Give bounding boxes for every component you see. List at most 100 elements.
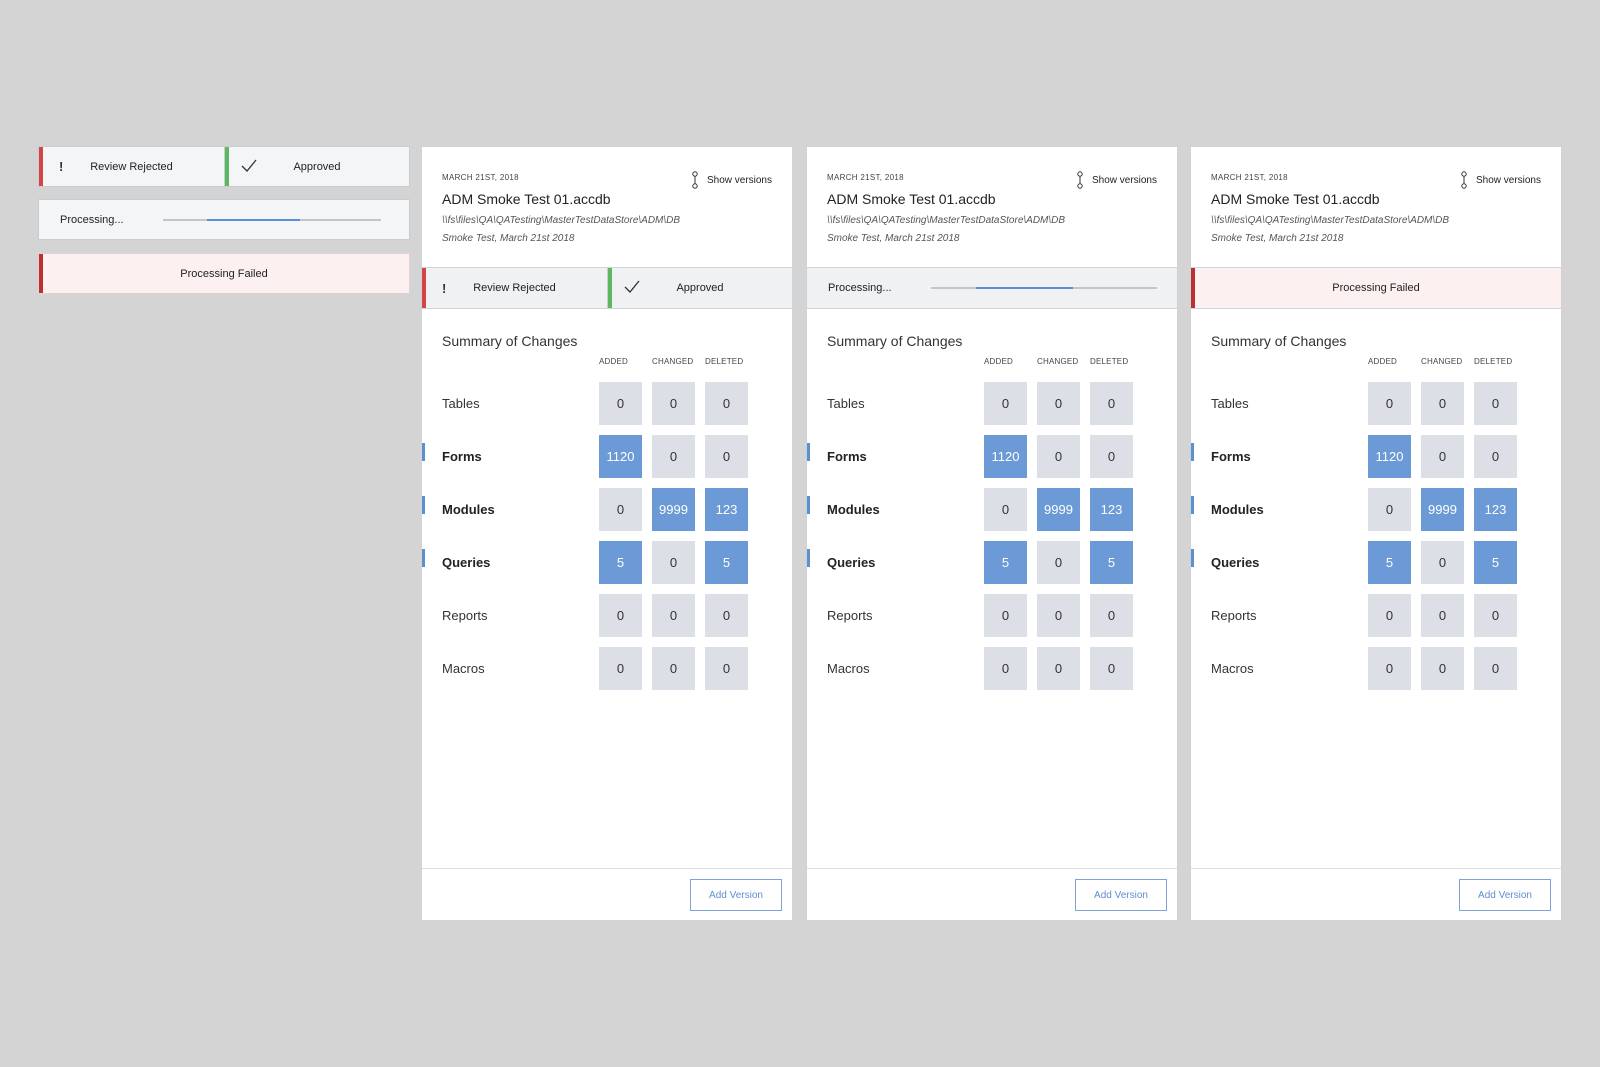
processing-label: Processing... [828,282,892,294]
count-cell: 0 [1090,647,1133,690]
column-headers: ADDED CHANGED DELETED [984,357,1143,366]
summary-row: Queries 505 [422,536,792,589]
count-cell: 0 [705,594,748,637]
count-cell: 0 [652,541,695,584]
count-cell: 5 [984,541,1027,584]
summary-rows: Tables 000 Forms 1120 0 0 Modules 0 9999 123… [422,377,792,695]
versions-icon [692,171,698,189]
count-cell: 0 [1037,382,1080,425]
approved-stripe [608,268,612,308]
row-label: Modules [827,502,880,517]
count-cell: 0 [1421,382,1464,425]
file-path: \\fs\files\QA\QATesting\MasterTestDataSt… [442,215,681,244]
row-label: Macros [1211,661,1254,676]
count-cell: 0 [1090,594,1133,637]
approved-button[interactable]: Approved [607,268,792,308]
row-cells: 1120 0 0 [984,435,1133,478]
count-cell: 0 [1368,488,1411,531]
card-header: MARCH 21ST, 2018 ADM Smoke Test 01.accdb… [422,147,792,267]
add-version-button[interactable]: Add Version [690,879,782,911]
row-label: Queries [442,555,491,570]
checkmark-icon [624,280,640,293]
file-path: \\fs\files\QA\QATesting\MasterTestDataSt… [827,215,1066,244]
summary-row: Macros 000 [807,642,1177,695]
approved-button[interactable]: Approved [224,147,409,186]
progress-track [163,218,381,221]
processing-status-bar: Processing... [807,267,1177,309]
count-cell: 0 [1421,647,1464,690]
row-cells: 0 9999 123 [1368,488,1517,531]
summary-row: Reports 000 [422,589,792,642]
count-cell: 9999 [1421,488,1464,531]
row-cells: 505 [599,541,748,584]
add-version-button[interactable]: Add Version [1459,879,1551,911]
row-cells: 000 [984,382,1133,425]
count-cell: 5 [599,541,642,584]
processing-status-bar: Processing... [38,199,410,240]
row-label: Tables [1211,396,1249,411]
count-cell: 0 [652,435,695,478]
count-cell: 0 [652,382,695,425]
summary-title: Summary of Changes [827,333,963,349]
processing-label: Processing... [60,213,124,226]
row-cells: 000 [599,382,748,425]
count-cell: 5 [705,541,748,584]
summary-row: Forms 1120 0 0 [807,430,1177,483]
show-versions-link[interactable]: Show versions [691,171,772,189]
summary-title: Summary of Changes [442,333,578,349]
count-cell: 0 [1421,541,1464,584]
version-card: MARCH 21ST, 2018 ADM Smoke Test 01.accdb… [421,146,793,921]
count-cell: 0 [1421,435,1464,478]
changed-marker [1191,443,1194,461]
changed-marker [807,549,810,567]
changed-marker [807,443,810,461]
summary-of-changes: Summary of Changes ADDED CHANGED DELETED T… [807,309,1177,869]
count-cell: 0 [1368,647,1411,690]
summary-row: Macros 000 [1191,642,1561,695]
row-cells: 000 [1368,382,1517,425]
versions-icon [1077,171,1083,189]
approved-stripe [225,147,229,186]
failed-status-bar: Processing Failed [1191,267,1561,309]
show-versions-link[interactable]: Show versions [1076,171,1157,189]
failed-label: Processing Failed [180,267,268,280]
count-cell: 9999 [1037,488,1080,531]
count-cell: 0 [705,647,748,690]
row-cells: 0 9999 123 [599,488,748,531]
count-cell: 123 [1474,488,1517,531]
column-header: DELETED [1474,357,1513,366]
review-rejected-button[interactable]: ! Review Rejected [422,268,607,308]
column-header: ADDED [599,357,629,366]
version-card: MARCH 21ST, 2018 ADM Smoke Test 01.accdb… [1190,146,1562,921]
failed-stripe [39,254,43,293]
row-cells: 000 [1368,647,1517,690]
count-cell: 123 [1090,488,1133,531]
count-cell: 0 [599,382,642,425]
count-cell: 0 [1037,435,1080,478]
add-version-button[interactable]: Add Version [1075,879,1167,911]
summary-row: Modules 0 9999 123 [807,483,1177,536]
count-cell: 1120 [599,435,642,478]
count-cell: 1120 [984,435,1027,478]
summary-row: Queries 505 [807,536,1177,589]
row-cells: 1120 0 0 [1368,435,1517,478]
row-label: Reports [442,608,488,623]
changed-marker [807,496,810,514]
rejected-stripe [422,268,426,308]
column-header: CHANGED [1421,357,1463,366]
row-label: Forms [442,449,482,464]
count-cell: 0 [984,382,1027,425]
summary-row: Modules 0 9999 123 [422,483,792,536]
version-card: MARCH 21ST, 2018 ADM Smoke Test 01.accdb… [806,146,1178,921]
show-versions-link[interactable]: Show versions [1460,171,1541,189]
count-cell: 0 [1037,541,1080,584]
file-name: ADM Smoke Test 01.accdb [1211,191,1380,207]
count-cell: 0 [705,382,748,425]
row-label: Queries [827,555,876,570]
row-cells: 000 [1368,594,1517,637]
review-status-bar: ! Review Rejected Approved [422,267,792,309]
row-cells: 505 [1368,541,1517,584]
review-rejected-button[interactable]: ! Review Rejected [39,147,224,186]
row-cells: 000 [984,594,1133,637]
changed-marker [1191,496,1194,514]
